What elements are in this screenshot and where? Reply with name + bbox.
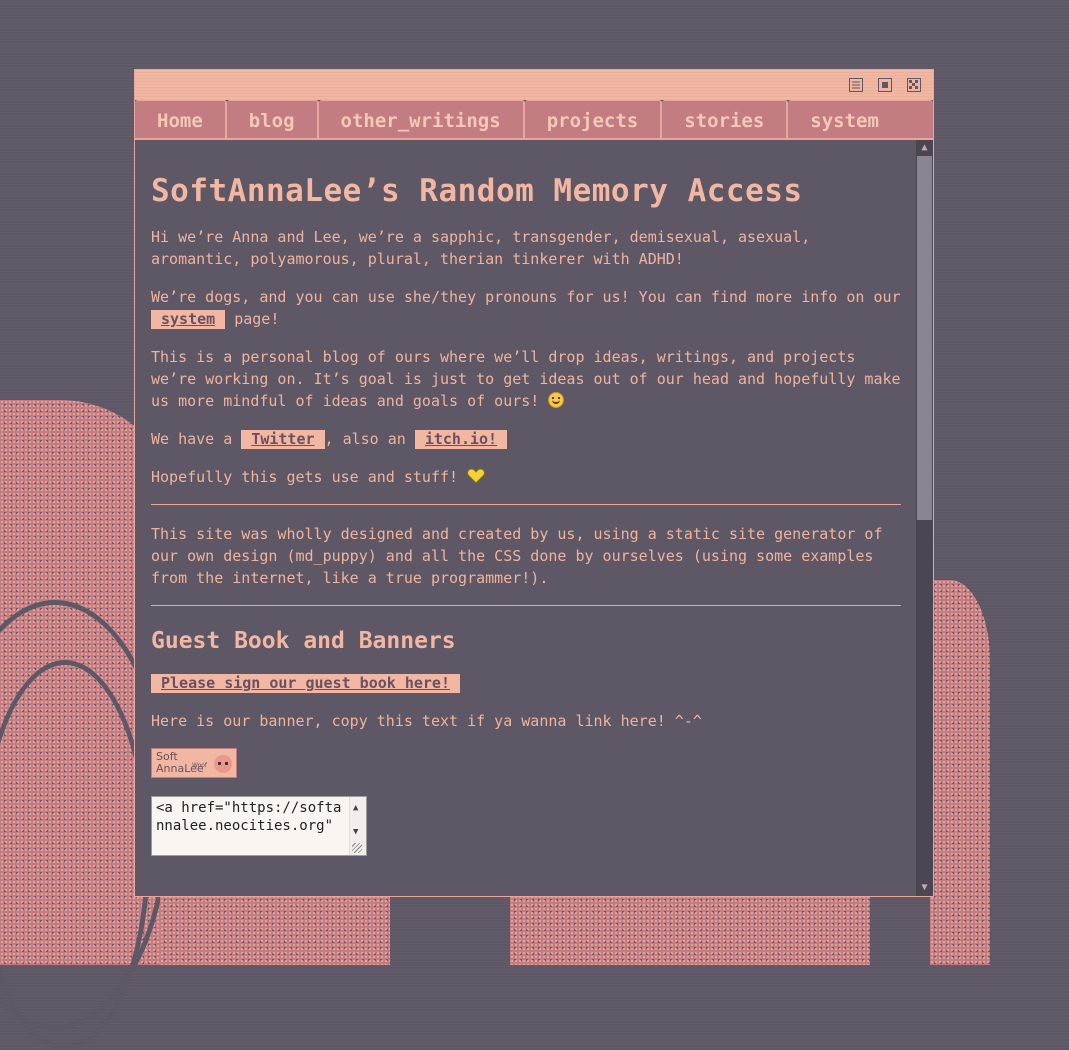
divider [151, 605, 901, 606]
blog-paragraph: This is a personal blog of ours where we… [151, 346, 901, 412]
dog-face-icon [214, 755, 232, 773]
textarea-scrollbar[interactable]: ▲ ▼ [349, 797, 366, 855]
banner-line2: AnnaLee [156, 762, 204, 775]
guestbook-link-paragraph: Please sign our guest book here! [151, 672, 901, 694]
pronouns-text-after: page! [234, 310, 280, 328]
background-dither-art-bottom [160, 895, 390, 965]
tab-system[interactable]: system [788, 100, 933, 138]
hope-text: Hopefully this gets use and stuff! [151, 468, 459, 486]
background-dither-art-bottom-right [510, 895, 870, 965]
banner-paragraph: Here is our banner, copy this text if ya… [151, 712, 702, 730]
nav-tabs: Home blog other_writings projects storie… [135, 100, 933, 138]
background-dither-art-right [930, 580, 990, 965]
tab-other-writings[interactable]: other_writings [318, 100, 525, 138]
blog-text: This is a personal blog of ours where we… [151, 348, 901, 410]
tab-blog[interactable]: blog [226, 100, 319, 138]
content: SoftAnnaLee’s Random Memory Access Hi we… [151, 140, 901, 856]
have-text: We have a [151, 430, 233, 448]
tab-home[interactable]: Home [135, 100, 227, 138]
scroll-up-arrow-icon[interactable]: ▲ [916, 140, 933, 156]
window-titlebar [135, 70, 933, 100]
pronouns-text: We’re dogs, and you can use she/they pro… [151, 288, 901, 306]
links-paragraph: We have a Twitter, also an itch.io! [151, 428, 901, 450]
maximize-icon[interactable] [878, 78, 892, 92]
scroll-up-icon[interactable]: ▲ [353, 799, 358, 817]
intro-paragraph: Hi we’re Anna and Lee, we’re a sapphic, … [151, 228, 811, 268]
guestbook-link[interactable]: Please sign our guest book here! [151, 674, 460, 693]
main-window: Home blog other_writings projects storie… [134, 69, 934, 897]
scroll-down-arrow-icon[interactable]: ▼ [916, 880, 933, 896]
smiling-face-icon [548, 392, 565, 408]
hope-paragraph: Hopefully this gets use and stuff! [151, 466, 901, 488]
close-icon[interactable] [907, 78, 921, 92]
scrollbar-thumb[interactable] [917, 156, 932, 520]
tab-projects[interactable]: projects [524, 100, 663, 138]
yellow-heart-icon [467, 468, 486, 486]
content-area: SoftAnnaLee’s Random Memory Access Hi we… [135, 140, 933, 896]
site-banner-image[interactable]: Soft Woof AnnaLee [151, 748, 237, 778]
page-title: SoftAnnaLee’s Random Memory Access [151, 173, 803, 209]
tab-stories[interactable]: stories [662, 100, 789, 138]
also-text: , also an [324, 430, 406, 448]
minimize-icon[interactable] [849, 78, 863, 92]
scroll-down-icon[interactable]: ▼ [353, 823, 358, 841]
pronouns-paragraph: We’re dogs, and you can use she/they pro… [151, 286, 901, 330]
guestbook-heading: Guest Book and Banners [151, 628, 456, 654]
design-paragraph: This site was wholly designed and create… [151, 525, 883, 587]
system-link[interactable]: system [151, 310, 226, 329]
divider [151, 504, 901, 505]
resize-grip-icon[interactable] [352, 843, 362, 853]
banner-code-text: <a href="https://softannalee.neocities.o… [156, 800, 342, 834]
content-scrollbar[interactable]: ▲ ▼ [916, 140, 933, 896]
twitter-link[interactable]: Twitter [241, 430, 325, 449]
banner-code-textarea[interactable]: <a href="https://softannalee.neocities.o… [151, 796, 367, 856]
itch-link[interactable]: itch.io! [414, 430, 508, 449]
